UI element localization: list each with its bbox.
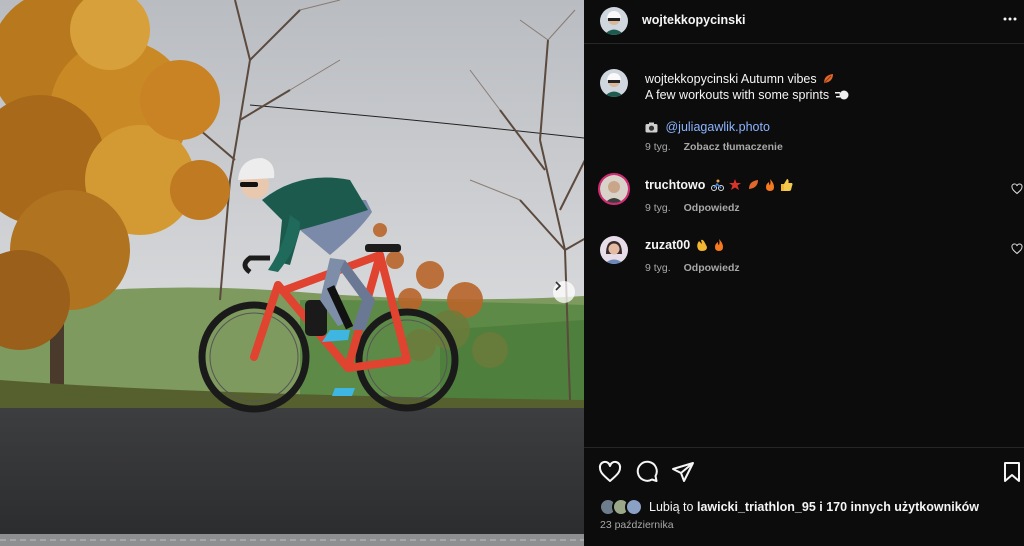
likers-avatars[interactable]	[599, 498, 646, 516]
thumbs-up-emoji-icon	[780, 179, 793, 194]
likes-prefix: Lubią to	[649, 500, 694, 514]
credit-link[interactable]: @juliagawlik.photo	[665, 120, 769, 134]
likes-user[interactable]: lawicki_triathlon_95	[697, 500, 816, 514]
actions-divider	[584, 447, 1024, 448]
reply-button[interactable]: Odpowiedz	[684, 262, 740, 274]
caption-time[interactable]: 9 tyg.	[645, 141, 671, 153]
likes-others[interactable]: i 170 innych użytkowników	[819, 500, 979, 514]
leaves-emoji-icon	[822, 72, 835, 88]
cyclist-emoji-icon	[710, 179, 724, 194]
post-date[interactable]: 23 października	[600, 519, 674, 531]
comment-like-heart-icon[interactable]	[1011, 243, 1023, 255]
comment-avatar-zuzat00[interactable]	[600, 236, 628, 264]
clap-emoji-icon	[696, 239, 709, 254]
cyclist-photo	[0, 0, 584, 546]
comment-username[interactable]: truchtowo	[645, 178, 705, 192]
author-avatar[interactable]	[600, 7, 628, 35]
comment-zuzat00: zuzat00	[645, 238, 724, 254]
more-horizontal-icon[interactable]	[1002, 13, 1018, 25]
comment-time[interactable]: 9 tyg.	[645, 202, 671, 214]
caption-meta: 9 tyg. Zobacz tłumaczenie	[645, 141, 783, 153]
dash-emoji-icon	[834, 89, 849, 104]
author-username[interactable]: wojtekkopycinski	[642, 13, 746, 27]
comment-avatar-truchtowo[interactable]	[598, 173, 630, 205]
comment-meta-1: 9 tyg. Odpowiedz	[645, 202, 740, 214]
caption-line-1: wojtekkopycinski Autumn vibes	[645, 72, 835, 88]
maple-leaf-emoji-icon	[729, 179, 742, 194]
caption-username[interactable]: wojtekkopycinski	[645, 72, 738, 86]
caption-text-1: Autumn vibes	[740, 72, 817, 86]
reply-button[interactable]: Odpowiedz	[684, 202, 740, 214]
leaves-emoji-icon	[747, 178, 760, 194]
post-photo[interactable]	[0, 0, 584, 546]
likes-summary: Lubią to lawicki_triathlon_95 i 170 inny…	[649, 500, 979, 514]
caption-line-2: A few workouts with some sprints	[645, 88, 849, 104]
comment-icon[interactable]	[635, 460, 659, 484]
see-translation-button[interactable]: Zobacz tłumaczenie	[684, 141, 783, 153]
chevron-right-icon	[555, 281, 562, 291]
comment-username[interactable]: zuzat00	[645, 238, 690, 252]
caption-author-avatar[interactable]	[600, 69, 628, 97]
camera-emoji-icon	[645, 122, 658, 136]
share-icon[interactable]	[671, 460, 695, 484]
comment-meta-2: 9 tyg. Odpowiedz	[645, 262, 740, 274]
comment-truchtowo: truchtowo	[645, 178, 793, 194]
caption-text-2: A few workouts with some sprints	[645, 88, 830, 102]
post-side-panel: wojtekkopycinski wojtekkopycinski Autumn…	[584, 0, 1024, 546]
header-divider	[584, 43, 1024, 44]
fire-emoji-icon	[765, 179, 775, 194]
comment-like-heart-icon[interactable]	[1011, 183, 1023, 195]
carousel-next-button[interactable]	[553, 281, 575, 303]
comment-time[interactable]: 9 tyg.	[645, 262, 671, 274]
bookmark-icon[interactable]	[1000, 460, 1024, 484]
heart-icon[interactable]	[598, 460, 622, 484]
fire-emoji-icon	[714, 239, 724, 254]
photo-credit: @juliagawlik.photo	[645, 120, 770, 136]
